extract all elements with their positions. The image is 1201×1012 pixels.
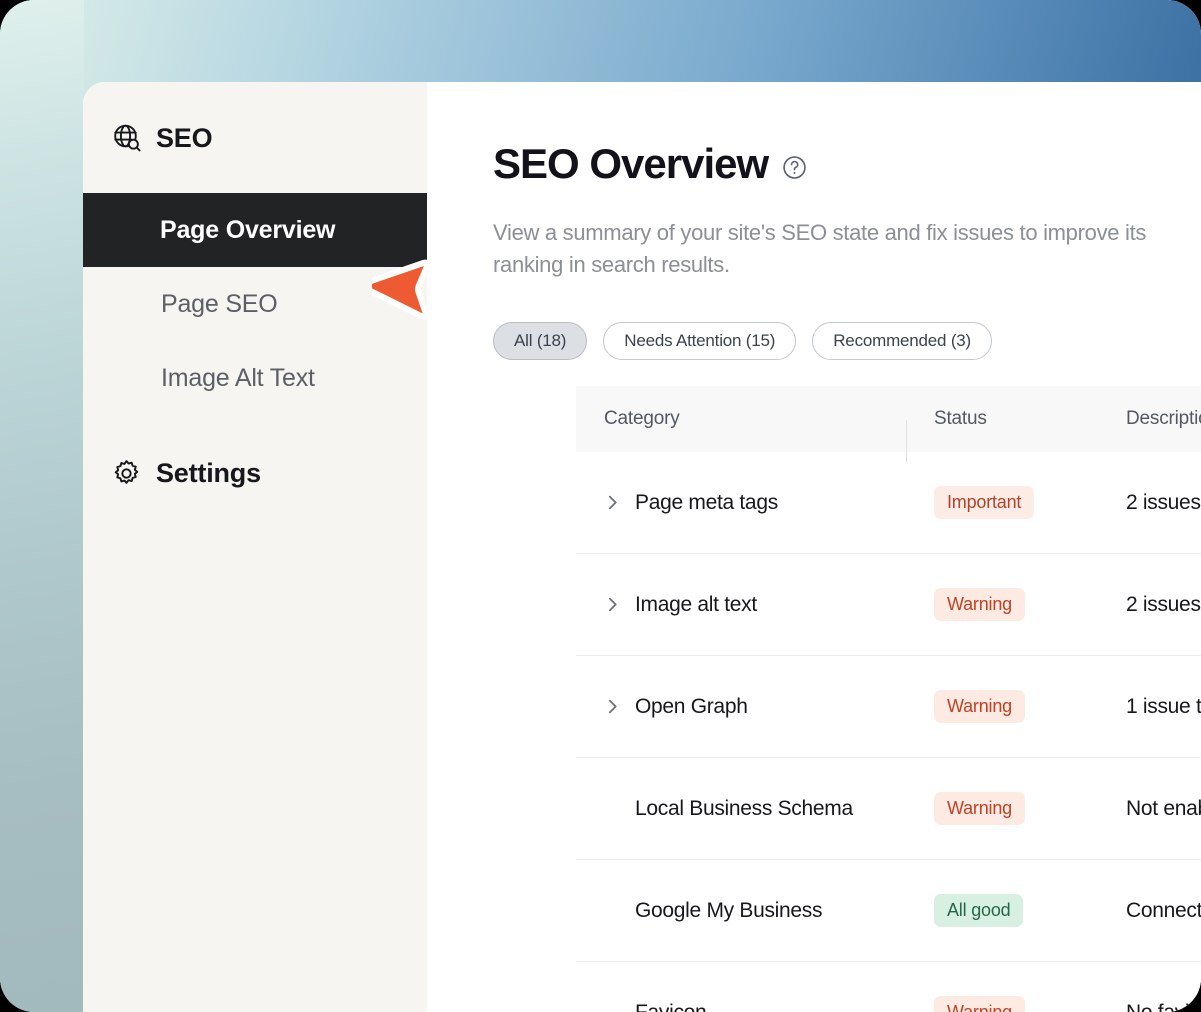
column-header-category: Category [576,408,906,430]
status-badge: Warning [934,792,1025,825]
chevron-right-icon[interactable] [604,494,621,511]
status-badge: Important [934,486,1034,519]
page-title: SEO Overview [493,143,768,185]
cell-status: Warning [906,690,1126,723]
page-header: SEO Overview [493,115,807,213]
category-label: Page meta tags [635,491,778,515]
sidebar-item-image-alt-text[interactable]: Image Alt Text [83,341,427,415]
column-header-description: Description [1126,408,1201,430]
table-header-row: Category Status Description [576,386,1201,452]
column-header-status: Status [906,408,1126,430]
sidebar-brand-label: SEO [156,123,212,154]
chevron-right-icon[interactable] [604,698,621,715]
status-badge: Warning [934,996,1025,1012]
cell-category: Favicon [576,1001,906,1012]
gear-icon [111,458,142,489]
table-row[interactable]: Image alt text Warning 2 issues to fix [576,554,1201,656]
seo-issues-table: Category Status Description Page meta ta… [576,386,1201,1012]
cell-status: Warning [906,792,1126,825]
sidebar-brand: SEO [111,122,212,154]
cell-category: Page meta tags [576,491,906,515]
filter-chip-needs-attention[interactable]: Needs Attention (15) [603,322,796,360]
category-label: Google My Business [635,899,822,923]
cell-description: Not enabled yet [1126,797,1201,821]
cell-status: Warning [906,588,1126,621]
cell-description: No favicon fo [1126,1001,1201,1012]
status-badge: Warning [934,588,1025,621]
chevron-right-icon[interactable] [604,596,621,613]
cell-category: Open Graph [576,695,906,719]
table-row[interactable]: Page meta tags Important 2 issues to fix [576,452,1201,554]
table-row[interactable]: Favicon Warning No favicon fo [576,962,1201,1012]
sidebar-item-label: Page SEO [161,290,278,319]
filter-chip-label: Needs Attention (15) [624,331,775,351]
cell-category: Local Business Schema [576,797,906,821]
filter-chip-group: All (18) Needs Attention (15) Recommende… [493,322,992,360]
category-label: Image alt text [635,593,757,617]
table-row[interactable]: Open Graph Warning 1 issue to fix [576,656,1201,758]
filter-chip-label: Recommended (3) [833,331,971,351]
category-label: Open Graph [635,695,748,719]
filter-chip-label: All (18) [514,331,566,351]
cell-description: Connected and [1126,899,1201,923]
filter-chip-recommended[interactable]: Recommended (3) [812,322,992,360]
category-label: Local Business Schema [635,797,853,821]
page-subtitle: View a summary of your site's SEO state … [493,217,1193,281]
app-window-rounded-frame: SEO Page Overview Page SEO Image Alt Tex… [0,0,1201,1012]
sidebar-item-label: Page Overview [160,216,335,245]
filter-chip-all[interactable]: All (18) [493,322,587,360]
cell-description: 1 issue to fix [1126,695,1201,719]
question-circle-icon[interactable] [782,149,807,180]
status-badge: Warning [934,690,1025,723]
status-badge: All good [934,894,1023,927]
cell-status: All good [906,894,1126,927]
globe-search-icon [111,122,143,154]
cell-category: Image alt text [576,593,906,617]
cell-description: 2 issues to fix [1126,593,1201,617]
sidebar-settings-label: Settings [156,458,261,489]
app-window: SEO Page Overview Page SEO Image Alt Tex… [83,82,1201,1012]
cell-category: Google My Business [576,899,906,923]
sidebar-item-label: Image Alt Text [161,364,315,393]
sidebar-nav: Page Overview Page SEO Image Alt Text [83,193,427,415]
cell-status: Important [906,486,1126,519]
sidebar-item-page-overview[interactable]: Page Overview [83,193,427,267]
cell-description: 2 issues to fix [1126,491,1201,515]
table-row[interactable]: Local Business Schema Warning Not enable… [576,758,1201,860]
main-content: SEO Overview View a summary of your site… [427,82,1201,1012]
table-row[interactable]: Google My Business All good Connected an… [576,860,1201,962]
sidebar-item-page-seo[interactable]: Page SEO [83,267,427,341]
backdrop-left-gradient-column [0,0,84,1012]
cell-status: Warning [906,996,1126,1012]
category-label: Favicon [635,1001,706,1012]
sidebar-item-settings[interactable]: Settings [111,458,261,489]
sidebar: SEO Page Overview Page SEO Image Alt Tex… [83,82,427,1012]
